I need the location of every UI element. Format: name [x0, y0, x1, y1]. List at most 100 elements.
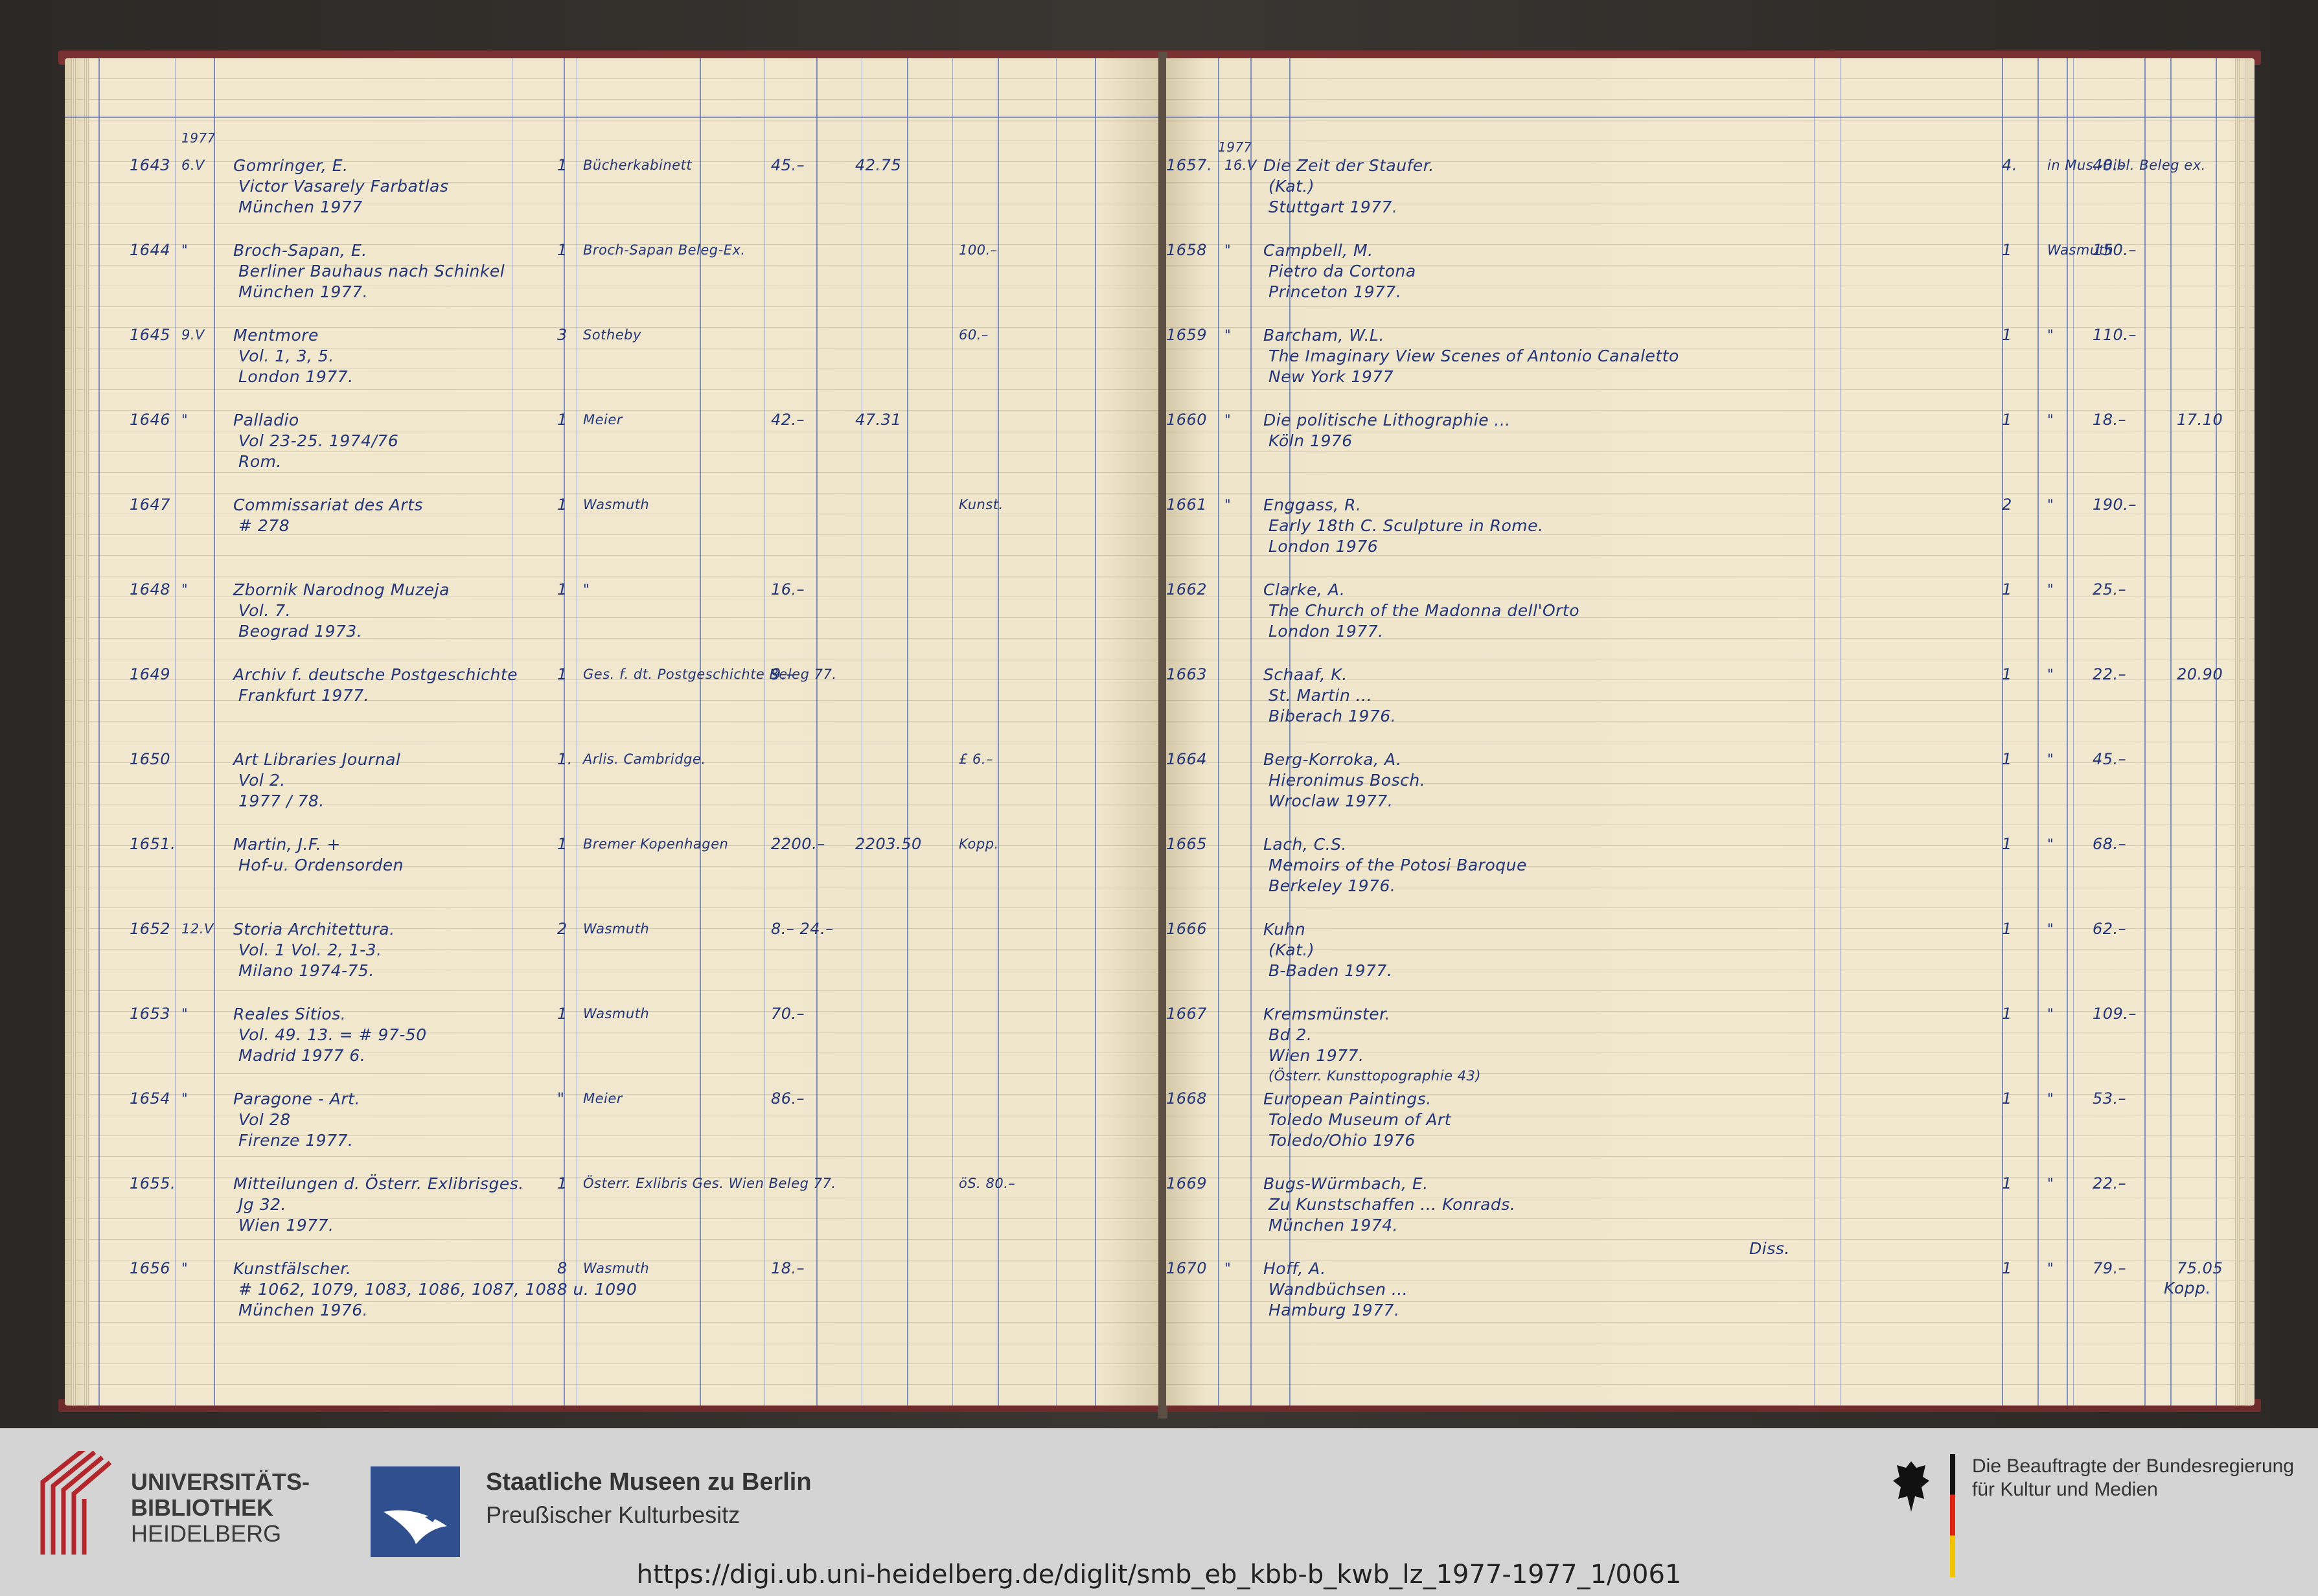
entry-number: 1654 [130, 1089, 171, 1108]
entry-detail: (Kat.) [1268, 177, 1315, 196]
entry-title: Hoff, A. [1263, 1259, 1326, 1278]
entry-place-year: Princeton 1977. [1268, 282, 1402, 301]
entry-number: 1665 [1166, 835, 1208, 853]
entry-price: 8.– 24.– [771, 920, 834, 938]
left-column-rule-12 [998, 58, 999, 1406]
entry-date: " [181, 412, 189, 428]
entry-price: 86.– [771, 1089, 805, 1108]
entry-place-year: München 1977 [238, 198, 363, 216]
entry-diss-note: Diss. [1749, 1239, 1790, 1258]
entry-quantity: 2 [2002, 496, 2012, 514]
entry-date: 9.V [181, 327, 205, 343]
entry-source: Wasmuth [583, 1006, 650, 1021]
entry-number: 1655. [130, 1174, 176, 1192]
entry-number: 1643 [130, 156, 171, 174]
entry-price: 70.– [771, 1005, 805, 1023]
entry-quantity: 4. [2002, 156, 2017, 174]
entry-title: Martin, J.F. + [233, 835, 341, 854]
entry-source: " [2047, 1091, 2054, 1106]
right-header-rule [1166, 117, 2255, 118]
left-column-rule-10 [907, 58, 908, 1406]
entry-source: Sotheby [583, 327, 641, 343]
left-column-rule-13 [1056, 58, 1057, 1406]
right-column-rule-thin-0 [1814, 58, 1815, 1406]
entry-number: 1670 [1166, 1259, 1208, 1277]
entry-place-year: Milano 1974-75. [238, 961, 374, 980]
entry-quantity: 1 [2002, 326, 2012, 344]
entry-source: " [2047, 497, 2054, 512]
entry-title: Broch-Sapan, E. [233, 241, 367, 260]
entry-detail: Frankfurt 1977. [238, 686, 370, 705]
entry-detail: Vol 2. [238, 771, 286, 790]
entry-date: " [1224, 242, 1232, 258]
right-column-rule-0 [1218, 58, 1219, 1406]
entry-title: Lach, C.S. [1263, 835, 1347, 854]
entry-price: 150.– [2093, 241, 2137, 259]
entry-title: Zbornik Narodnog Muzeja [233, 580, 450, 599]
entry-date: 16.V [1224, 157, 1257, 173]
entry-detail: Victor Vasarely Farbatlas [238, 177, 449, 196]
smb-title: Staatliche Museen zu Berlin [486, 1468, 812, 1496]
left-column-rule-7 [764, 58, 765, 1406]
entry-price-paid: 2203.50 [855, 835, 922, 853]
entry-detail: Köln 1976 [1268, 431, 1353, 450]
entry-title: European Paintings. [1263, 1089, 1432, 1108]
entry-title: Berg-Korroka, A. [1263, 750, 1402, 769]
entry-price: 110.– [2093, 326, 2137, 344]
entry-place-year: London 1977. [238, 367, 354, 386]
entry-date: " [1224, 497, 1232, 512]
entry-source: Bücherkabinett [583, 157, 693, 173]
permalink-url[interactable]: https://digi.ub.uni-heidelberg.de/diglit… [0, 1560, 2318, 1590]
smb-name: Staatliche Museen zu Berlin Preußischer … [486, 1465, 812, 1531]
right-column-rule-4 [2037, 58, 2039, 1406]
entry-number: 1666 [1166, 920, 1208, 938]
entry-price: 22.– [2093, 665, 2127, 683]
left-column-rule-14 [1095, 58, 1096, 1406]
entry-number: 1650 [130, 750, 171, 768]
entry-date: " [181, 582, 189, 597]
entry-title: Die Zeit der Staufer. [1263, 156, 1434, 175]
entry-note: 60.– [959, 327, 989, 343]
entry-note: Kopp. [959, 836, 999, 852]
entry-price: 16.– [771, 580, 805, 598]
entry-title: Kremsmünster. [1263, 1005, 1391, 1023]
entry-title: Paragone - Art. [233, 1089, 360, 1108]
entry-note: £ 6.– [959, 751, 994, 767]
entry-title: Palladio [233, 411, 299, 429]
entry-quantity: 1 [557, 1005, 568, 1023]
entry-number: 1667 [1166, 1005, 1208, 1023]
entry-quantity: 1 [2002, 1259, 2012, 1277]
entry-source: " [2047, 1260, 2054, 1276]
left-header-year: 1977 [181, 130, 216, 146]
entry-title: Campbell, M. [1263, 241, 1373, 260]
entry-source: Österr. Exlibris Ges. Wien Beleg 77. [583, 1176, 836, 1191]
entry-number: 1647 [130, 496, 171, 514]
entry-title: Gomringer, E. [233, 156, 349, 175]
entry-note: Kunst. [959, 497, 1004, 512]
entry-quantity: 1 [557, 241, 568, 259]
right-header-year: 1977 [1218, 139, 1252, 155]
ub-line-3: HEIDELBERG [131, 1520, 282, 1547]
entry-quantity: 1 [557, 1174, 568, 1192]
entry-source: " [583, 582, 590, 597]
federal-eagle-icon [1893, 1461, 1929, 1512]
entry-source: Arlis. Cambridge. [583, 751, 706, 767]
entry-quantity: 1 [557, 411, 568, 429]
entry-price: 42.– [771, 411, 805, 429]
entry-title: Storia Architettura. [233, 920, 395, 939]
smb-subtitle: Preußischer Kulturbesitz [486, 1501, 740, 1528]
entry-number: 1653 [130, 1005, 171, 1023]
entry-detail: Bd 2. [1268, 1025, 1313, 1044]
smb-eagle-logo [371, 1466, 460, 1557]
entry-series: (Österr. Kunsttopographie 43) [1268, 1068, 1482, 1084]
entry-title: Enggass, R. [1263, 496, 1362, 514]
entry-source: " [2047, 1176, 2054, 1191]
left-column-rule-4 [564, 58, 565, 1406]
entry-source: " [2047, 327, 2054, 343]
entry-price: 22.– [2093, 1174, 2127, 1192]
right-column-rule-thin-2 [1840, 58, 1841, 1406]
entry-title: Bugs-Würmbach, E. [1263, 1174, 1429, 1193]
ledger-spread: 1977 1643 6.V Gomringer, E. Victor Vasarely… [65, 52, 2255, 1419]
left-header-rule [65, 117, 1160, 118]
entry-place-year: Hamburg 1977. [1268, 1301, 1400, 1319]
